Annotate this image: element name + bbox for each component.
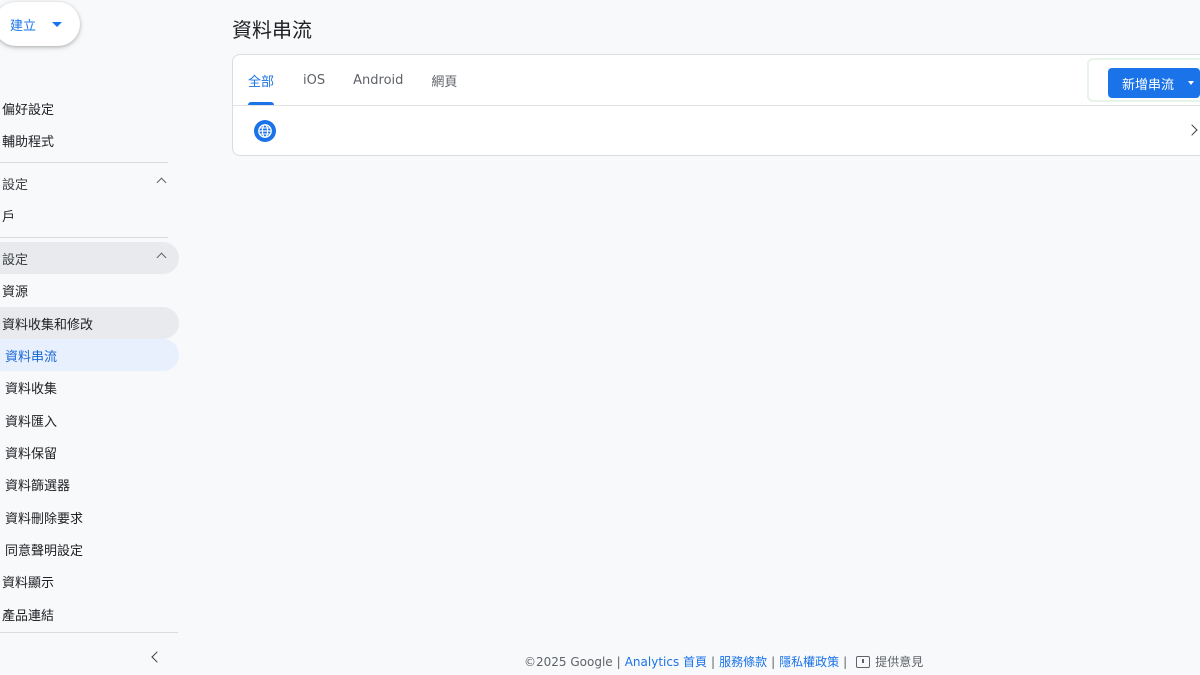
tab-all[interactable]: 全部 [233, 55, 289, 105]
add-stream-button[interactable]: 新增串流 [1108, 68, 1200, 98]
chevron-up-icon [156, 177, 167, 188]
copyright: ©2025 Google [524, 654, 613, 669]
sidebar-item-data-import[interactable]: 資料匯入 [0, 404, 179, 436]
sidebar-section-property-settings[interactable]: 設定 [0, 242, 179, 274]
tab-label: Android [353, 72, 404, 88]
sidebar-section-label: 設定 [2, 252, 29, 268]
tab-label: 網頁 [431, 74, 458, 90]
privacy-link[interactable]: 隱私權政策 [779, 653, 839, 670]
sidebar-item-label: 資料匯入 [5, 414, 58, 430]
stream-row-web[interactable] [233, 106, 1200, 156]
sidebar-item-label: 資源 [2, 284, 29, 300]
terms-link[interactable]: 服務條款 [719, 653, 767, 670]
sidebar-item-consent-settings[interactable]: 同意聲明設定 [0, 533, 179, 565]
sidebar-item-label: 資料刪除要求 [5, 511, 84, 527]
create-button[interactable]: 建立 [0, 2, 80, 46]
caret-down-icon [52, 21, 63, 27]
tab-android[interactable]: Android [339, 55, 417, 105]
sidebar-item-data-collection[interactable]: 資料收集 [0, 371, 179, 403]
add-stream-highlight: 新增串流 [1087, 58, 1200, 102]
sidebar-item-label: 產品連結 [2, 608, 55, 624]
footer-separator: | [616, 654, 621, 669]
sidebar-item-label: 資料保留 [5, 446, 58, 462]
sidebar-item-label: 資料收集 [5, 381, 58, 397]
tab-web[interactable]: 網頁 [417, 55, 471, 105]
feedback-icon[interactable] [856, 655, 871, 668]
sidebar-item-property[interactable]: 資源 [0, 274, 179, 306]
tab-ios[interactable]: iOS [289, 55, 339, 105]
sidebar-divider [0, 162, 168, 163]
sidebar-item-data-deletion-requests[interactable]: 資料刪除要求 [0, 501, 179, 533]
page-title: 資料串流 [232, 18, 312, 42]
tab-label: 全部 [248, 74, 275, 90]
analytics-home-link[interactable]: Analytics 首頁 [625, 653, 707, 670]
sidebar-item-label: 資料串流 [5, 349, 58, 365]
sidebar-item-product-links[interactable]: 產品連結 [0, 598, 179, 630]
sidebar-item-label: 輔助程式 [2, 134, 55, 150]
collapse-sidebar-chevron-icon[interactable] [146, 646, 166, 668]
sidebar-item-label: 資料收集和修改 [2, 317, 94, 333]
sidebar-item-label: 戶 [2, 209, 16, 225]
footer-separator: | [843, 654, 848, 669]
sidebar-section-label: 設定 [2, 177, 29, 193]
sidebar-item-data-filters[interactable]: 資料篩選器 [0, 468, 179, 500]
feedback-link[interactable]: 提供意見 [875, 653, 923, 670]
sidebar-item-data-retention[interactable]: 資料保留 [0, 436, 179, 468]
sidebar-section-account-settings[interactable]: 設定 [0, 167, 179, 199]
sidebar-item-label: 資料顯示 [2, 575, 55, 591]
sidebar-item-preferences[interactable]: 偏好設定 [0, 92, 179, 124]
sidebar-item-label: 資料篩選器 [5, 478, 71, 494]
sidebar-item-data-collection-modification[interactable]: 資料收集和修改 [0, 307, 179, 339]
caret-down-icon [1188, 81, 1194, 85]
add-stream-label: 新增串流 [1122, 77, 1175, 93]
sidebar-item-label: 同意聲明設定 [5, 543, 84, 559]
sidebar: 建立 偏好設定 輔助程式 設定 戶 設定 資源 資料收集和修改 資料串流 資料收… [0, 0, 182, 675]
sidebar-item-data-streams[interactable]: 資料串流 [0, 339, 179, 371]
sidebar-item-data-display[interactable]: 資料顯示 [0, 565, 179, 597]
chevron-up-icon [156, 252, 167, 263]
stream-tabs: 全部 iOS Android 網頁 [233, 55, 471, 105]
globe-icon [254, 120, 276, 142]
sidebar-divider [0, 632, 178, 633]
sidebar-item-helpers[interactable]: 輔助程式 [0, 124, 179, 156]
footer-separator: | [771, 654, 776, 669]
footer: ©2025 Google | Analytics 首頁 | 服務條款 | 隱私權… [524, 653, 923, 670]
sidebar-item-account[interactable]: 戶 [0, 199, 179, 231]
streams-card: 全部 iOS Android 網頁 新增串流 [232, 54, 1200, 156]
chevron-right-icon [1186, 124, 1198, 136]
sidebar-item-truncated[interactable] [0, 62, 179, 94]
footer-separator: | [711, 654, 716, 669]
create-button-label: 建立 [10, 18, 37, 34]
sidebar-divider [0, 237, 168, 238]
tab-label: iOS [303, 72, 326, 88]
sidebar-item-label: 偏好設定 [2, 102, 55, 118]
